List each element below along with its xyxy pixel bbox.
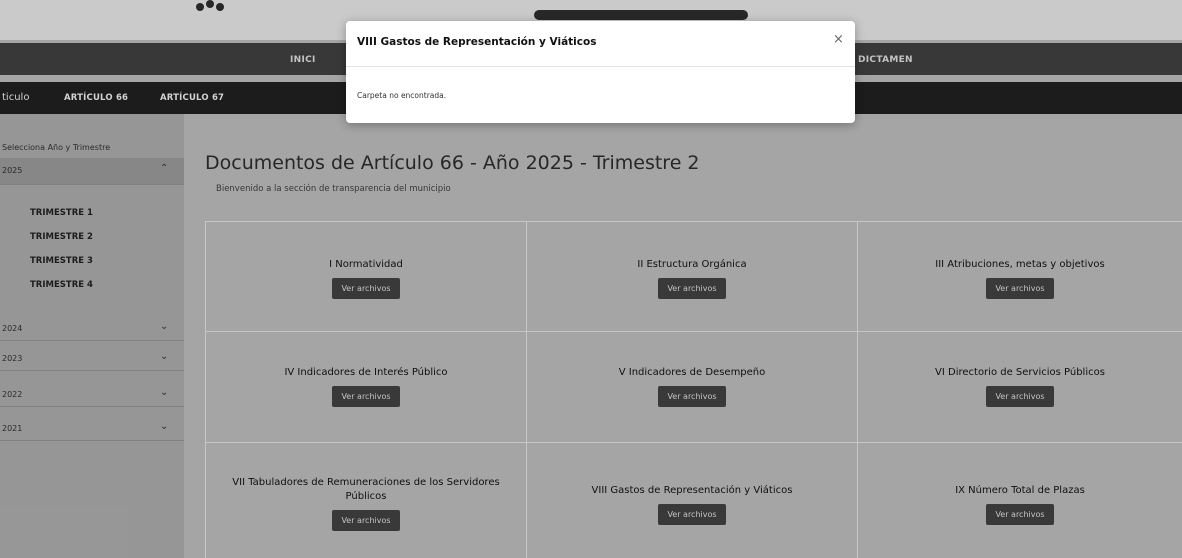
close-icon[interactable]: ×: [833, 32, 844, 47]
modal-message: Carpeta no encontrada.: [357, 91, 447, 100]
app-window: INICI DICTAMEN ticulo ARTÍCULO 66 ARTÍCU…: [0, 0, 1182, 558]
modal-divider: [346, 66, 855, 67]
folder-not-found-modal: VIII Gastos de Representación y Viáticos…: [346, 21, 855, 123]
modal-title: VIII Gastos de Representación y Viáticos: [357, 36, 597, 48]
